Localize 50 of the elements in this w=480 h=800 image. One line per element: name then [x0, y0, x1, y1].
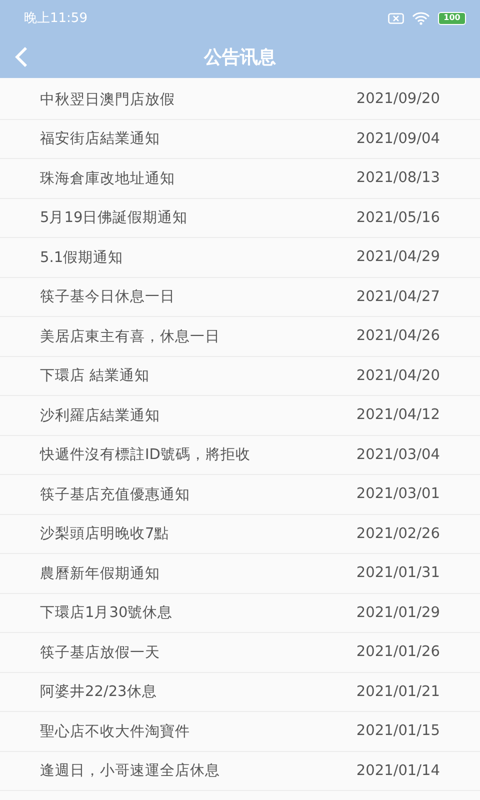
- notice-title: 逢週日，小哥速運全店休息: [40, 762, 220, 780]
- notice-date: 2021/01/26: [356, 644, 440, 660]
- notice-date: 2021/02/26: [356, 526, 440, 542]
- notice-date: 2021/04/27: [356, 288, 440, 305]
- notice-date: 2021/04/12: [356, 407, 440, 424]
- notice-title: 下環店1月30號休息: [40, 604, 173, 622]
- notice-date: 2021/09/20: [356, 91, 440, 108]
- notice-row[interactable]: 逢週日，小哥速運全店休息 2021/01/14: [0, 752, 480, 791]
- notice-date: 2021/03/01: [356, 486, 440, 502]
- notice-title: 筷子基店放假一天: [40, 644, 160, 662]
- notice-title: 美居店東主有喜，休息一日: [40, 328, 220, 346]
- notice-date: 2021/05/16: [356, 210, 440, 226]
- notice-title: 福安街店結業通知: [40, 130, 160, 148]
- notice-title: 下環店 結業通知: [40, 366, 150, 386]
- notice-title: 5月19日佛誕假期通知: [40, 209, 188, 228]
- notice-title: 沙利羅店結業通知: [40, 406, 160, 425]
- notice-row[interactable]: 下環店1月30號休息 2021/01/29: [0, 594, 480, 633]
- notice-title: 中秋翌日澳門店放假: [40, 90, 175, 109]
- notice-row[interactable]: 下環店 結業通知 2021/04/20: [0, 356, 480, 396]
- notice-title: 沙梨頭店明晚收7點: [40, 524, 170, 544]
- notice-row[interactable]: 5月19日佛誕假期通知 2021/05/16: [0, 198, 480, 238]
- notice-row[interactable]: 阿婆井22/23休息 2021/01/21: [0, 672, 480, 712]
- status-time: 晚上11:59: [24, 10, 88, 27]
- notice-date: 2021/01/21: [356, 684, 440, 700]
- notice-date: 2021/04/26: [356, 328, 440, 344]
- notice-date: 2021/04/29: [356, 249, 440, 266]
- notice-title: 筷子基今日休息一日: [40, 288, 175, 306]
- notice-date: 2021/01/31: [356, 565, 440, 582]
- notice-row[interactable]: 沙梨頭店明晚收7點 2021/02/26: [0, 514, 480, 554]
- battery-level: 100: [438, 12, 466, 24]
- notice-date: 2021/01/14: [356, 762, 440, 779]
- notice-date: 2021/01/29: [356, 604, 440, 621]
- notice-title: 珠海倉庫改地址通知: [40, 170, 175, 188]
- notice-date: 2021/08/13: [356, 170, 440, 186]
- notice-title: 筷子基店充值優惠通知: [40, 486, 190, 504]
- no-sim-icon: [388, 12, 404, 24]
- notice-title: 阿婆井22/23休息: [40, 683, 157, 702]
- page-title: 公告讯息: [204, 46, 276, 69]
- notice-date: 2021/01/15: [356, 723, 440, 740]
- notice-row[interactable]: 福安街店結業通知 2021/09/04: [0, 120, 480, 159]
- notice-date: 2021/03/04: [356, 446, 440, 463]
- notice-title: 快遞件沒有標註ID號碼，將拒收: [40, 446, 250, 464]
- notice-row[interactable]: 筷子基今日休息一日 2021/04/27: [0, 278, 480, 317]
- notice-title: 農曆新年假期通知: [40, 564, 160, 583]
- notice-title: 5.1假期通知: [40, 248, 124, 267]
- notice-title: 聖心店不收大件淘寶件: [40, 722, 190, 741]
- notice-date: 2021/09/04: [356, 130, 440, 147]
- wifi-icon: [412, 12, 430, 24]
- notice-row[interactable]: 快遞件沒有標註ID號碼，將拒收 2021/03/04: [0, 436, 480, 475]
- notice-date: 2021/04/20: [356, 368, 440, 384]
